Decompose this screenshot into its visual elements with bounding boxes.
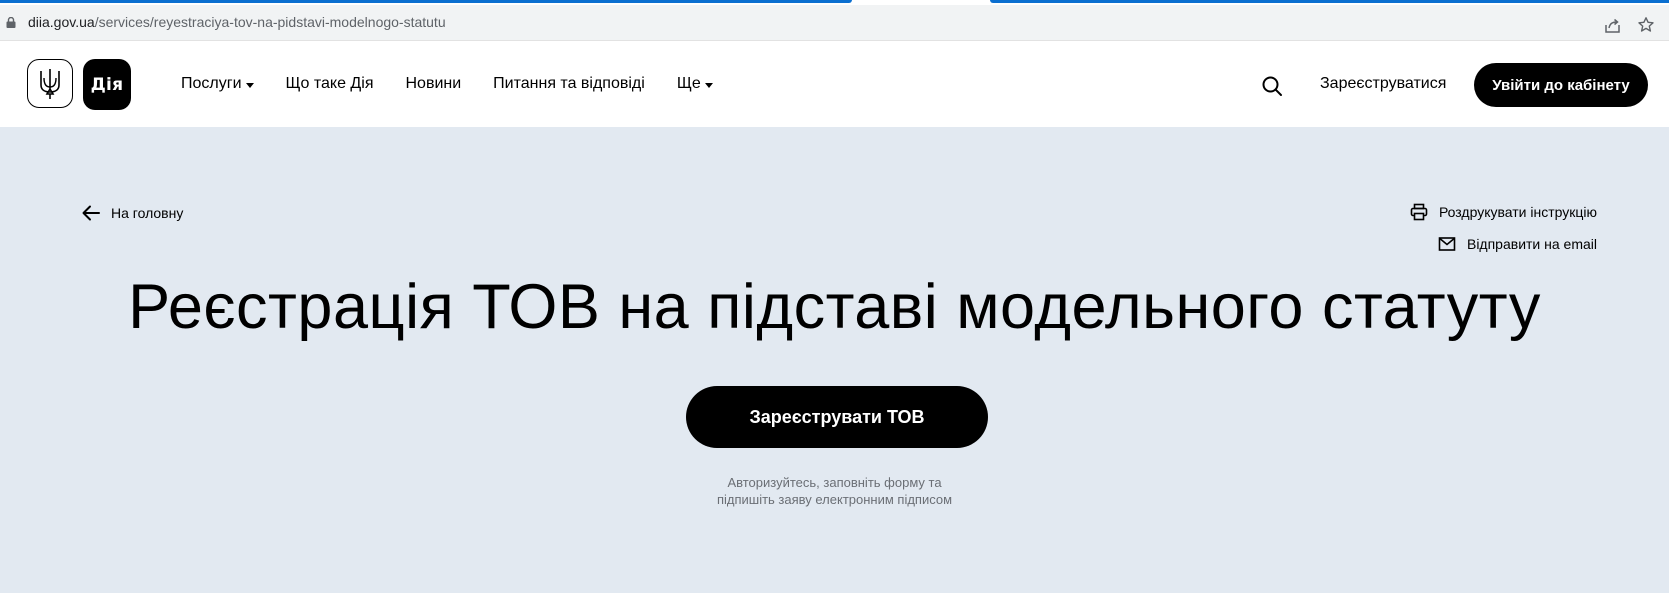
email-link-label: Відправити на email xyxy=(1466,236,1597,252)
caret-down-icon xyxy=(245,82,254,88)
search-icon[interactable] xyxy=(1261,75,1283,97)
bookmark-star-icon[interactable] xyxy=(1637,16,1655,34)
address-bar[interactable]: diia.gov.ua/services/reyestraciya-tov-na… xyxy=(0,5,1669,41)
register-llc-button[interactable]: Зареєструвати ТОВ xyxy=(686,386,988,448)
nav-item-label: Послуги xyxy=(181,75,242,92)
nav-item-label: Питання та відповіді xyxy=(493,75,645,92)
nav-item-label: Що таке Дія xyxy=(285,75,374,92)
trident-icon xyxy=(40,68,60,99)
printer-icon xyxy=(1410,203,1428,221)
trident-logo[interactable] xyxy=(27,59,73,108)
page-bottom xyxy=(0,593,1669,606)
site-header: Дія Послуги Що таке Дія Новини Питання т… xyxy=(0,41,1669,127)
nav-item-label: Ще xyxy=(676,75,701,92)
send-email-link[interactable]: Відправити на email xyxy=(1438,235,1597,253)
back-to-home-link[interactable]: На головну xyxy=(82,205,183,221)
nav-item-services[interactable]: Послуги xyxy=(181,75,254,93)
print-instruction-link[interactable]: Роздрукувати інструкцію xyxy=(1410,203,1597,221)
service-hero: На головну Роздрукувати інструкцію Відпр… xyxy=(0,127,1669,593)
main-nav: Послуги Що таке Дія Новини Питання та ві… xyxy=(181,41,745,127)
nav-item-faq[interactable]: Питання та відповіді xyxy=(493,75,645,93)
login-button[interactable]: Увійти до кабінету xyxy=(1474,63,1648,107)
back-link-label: На головну xyxy=(111,205,184,221)
tab-strip-right xyxy=(990,0,1669,3)
url-host: diia.gov.ua xyxy=(28,14,95,30)
url-path: /services/reyestraciya-tov-na-pidstavi-m… xyxy=(94,14,446,30)
share-icon[interactable] xyxy=(1604,17,1621,34)
envelope-icon xyxy=(1438,237,1456,251)
page-title: Реєстрація ТОВ на підставі модельного ст… xyxy=(128,272,1541,342)
print-link-label: Роздрукувати інструкцію xyxy=(1438,204,1597,220)
tab-strip-left xyxy=(0,0,852,3)
lock-icon[interactable] xyxy=(6,17,16,28)
register-link[interactable]: Зареєструватися xyxy=(1320,75,1446,93)
arrow-left-icon xyxy=(82,205,100,221)
caret-down-icon xyxy=(704,82,713,88)
diia-logo[interactable]: Дія xyxy=(83,59,131,110)
cta-hint-line: підпишіть заяву електронним підписом xyxy=(716,492,953,507)
url-text[interactable]: diia.gov.ua/services/reyestraciya-tov-na… xyxy=(28,14,446,30)
nav-item-news[interactable]: Новини xyxy=(405,75,461,93)
nav-item-what-is-diia[interactable]: Що таке Дія xyxy=(286,75,374,93)
cta-hint-line: Авторизуйтесь, заповніть форму та xyxy=(727,475,942,490)
nav-item-label: Новини xyxy=(405,75,462,92)
cta-hint: Авторизуйтесь, заповніть форму та підпиш… xyxy=(0,474,1669,508)
nav-item-more[interactable]: Ще xyxy=(677,75,713,93)
